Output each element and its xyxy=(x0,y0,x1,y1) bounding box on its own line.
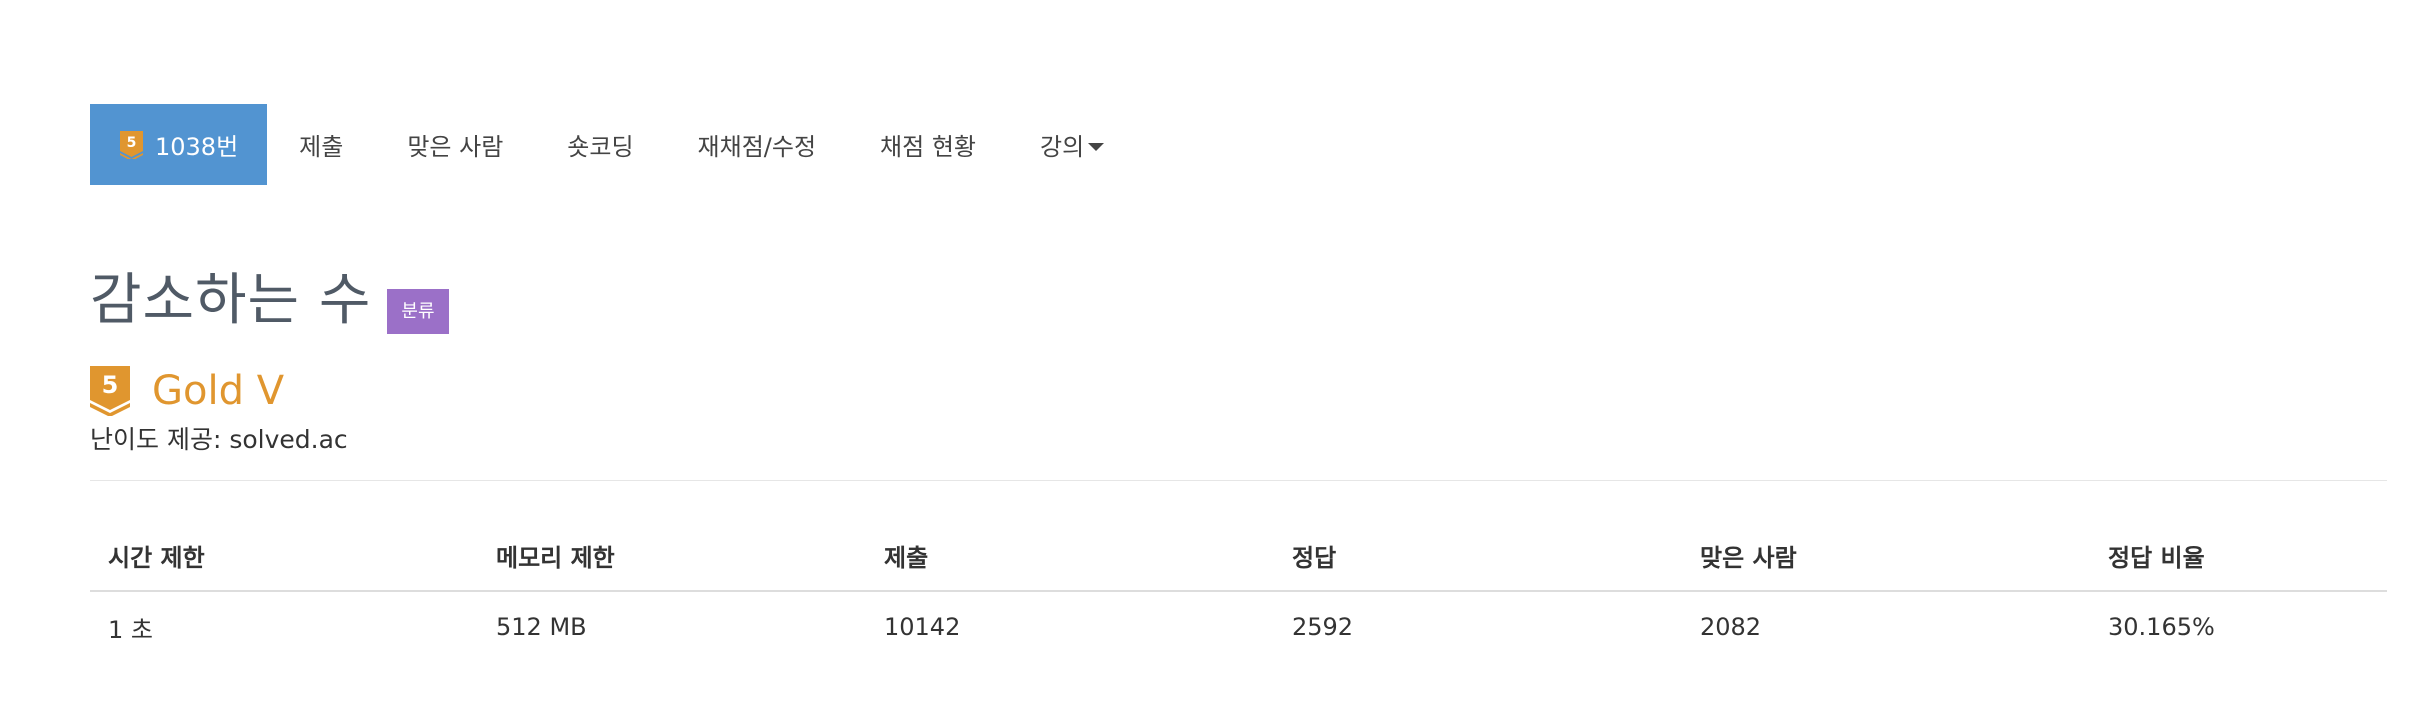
table-row: 1 초 512 MB 10142 2592 2082 30.165% xyxy=(90,591,2387,662)
page-container: 5 1038번 제출 맞은 사람 숏코딩 재채점/수정 채점 현황 강의 감소하… xyxy=(90,0,2387,702)
header-accepted: 정답 xyxy=(1274,520,1682,592)
submissions-value: 10142 xyxy=(884,613,961,641)
tab-rejudge-edit[interactable]: 재채점/수정 xyxy=(666,104,849,185)
tab-short-coding-label: 숏코딩 xyxy=(567,133,634,161)
tab-problem[interactable]: 5 1038번 xyxy=(90,104,268,185)
tab-rejudge-edit-label: 재채점/수정 xyxy=(697,133,817,161)
header-solved-users: 맞은 사람 xyxy=(1682,520,2090,592)
tab-correct-users-label: 맞은 사람 xyxy=(407,133,504,161)
table-header-row: 시간 제한 메모리 제한 제출 정답 맞은 사람 정답 비율 xyxy=(90,520,2387,592)
accepted-value: 2592 xyxy=(1292,613,1354,641)
tab-submit-label: 제출 xyxy=(299,133,344,161)
problem-title: 감소하는 수 xyxy=(90,268,372,333)
gold-tier-icon: 5 xyxy=(120,130,143,159)
accept-rate-value: 30.165% xyxy=(2108,613,2215,641)
problem-title-row: 감소하는 수 분류 xyxy=(90,268,449,334)
svg-text:5: 5 xyxy=(127,135,137,151)
header-accept-rate: 정답 비율 xyxy=(2090,520,2387,592)
tab-status-label: 채점 현황 xyxy=(880,133,976,161)
gold-tier-icon: 5 xyxy=(90,366,130,416)
svg-text:5: 5 xyxy=(102,371,119,399)
header-submissions: 제출 xyxy=(866,520,1274,592)
problem-menu: 5 1038번 제출 맞은 사람 숏코딩 재채점/수정 채점 현황 강의 xyxy=(90,104,1136,185)
header-time-limit: 시간 제한 xyxy=(90,520,478,592)
tab-correct-users[interactable]: 맞은 사람 xyxy=(375,104,535,185)
category-badge[interactable]: 분류 xyxy=(387,289,449,334)
tab-lecture-label: 강의 xyxy=(1040,133,1085,161)
tab-lecture[interactable]: 강의 xyxy=(1008,104,1136,185)
difficulty-provider: 난이도 제공: solved.ac xyxy=(90,425,348,454)
tab-status[interactable]: 채점 현황 xyxy=(848,104,1008,185)
tab-short-coding[interactable]: 숏코딩 xyxy=(535,104,665,185)
solved-users-value: 2082 xyxy=(1700,613,1762,641)
tab-submit[interactable]: 제출 xyxy=(267,104,375,185)
time-limit-value: 1 초 xyxy=(108,615,153,644)
caret-down-icon xyxy=(1088,142,1105,151)
problem-tier: 5 Gold V xyxy=(90,366,284,416)
memory-limit-value: 512 MB xyxy=(496,613,587,641)
header-memory-limit: 메모리 제한 xyxy=(478,520,866,592)
tab-problem-label: 1038번 xyxy=(155,133,239,161)
divider xyxy=(90,480,2387,481)
problem-info-table: 시간 제한 메모리 제한 제출 정답 맞은 사람 정답 비율 1 초 512 M… xyxy=(90,520,2387,662)
tier-label: Gold V xyxy=(152,368,285,414)
